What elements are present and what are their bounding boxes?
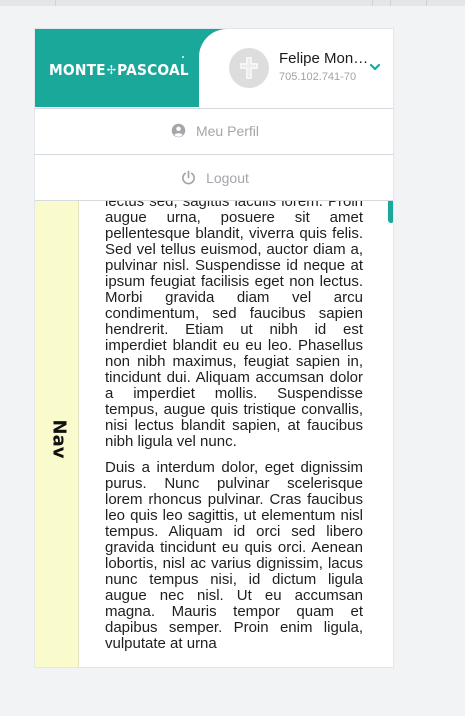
article-text: lectus sed, sagittis iaculis lorem. Proi… (105, 201, 363, 662)
power-icon (181, 170, 196, 185)
chevron-down-icon[interactable] (369, 62, 381, 72)
top-strip-divider (426, 0, 427, 6)
nav-sidebar[interactable]: Nav (35, 201, 79, 667)
menu-item-logout[interactable]: Logout (35, 154, 393, 201)
brand-name-left: MONTE (49, 61, 106, 79)
nav-label: Nav (48, 419, 70, 459)
paragraph: lectus sed, sagittis iaculis lorem. Proi… (105, 201, 363, 450)
paragraph: Duis a interdum dolor, eget dignissim pu… (105, 459, 363, 652)
menu-item-profile[interactable]: Meu Perfil (35, 108, 393, 152)
scrollbar-thumb[interactable] (388, 201, 393, 223)
main-content[interactable]: Nav lectus sed, sagittis iaculis lorem. … (35, 201, 393, 667)
brand-name-right: PASCOAL (117, 61, 189, 79)
menu-item-logout-label: Logout (206, 169, 249, 186)
top-strip-divider (55, 0, 56, 6)
user-name: Felipe Monteiro (279, 50, 371, 67)
brand-cross-icon: ✢ (106, 63, 117, 77)
app-panel: MONTE✢PASCOAL Felipe Monteiro 705.102.74… (34, 28, 394, 668)
browser-top-strip (0, 0, 465, 6)
menu-item-profile-label: Meu Perfil (195, 122, 260, 139)
top-strip-divider (390, 0, 391, 6)
brand-logo[interactable]: MONTE✢PASCOAL (49, 61, 189, 79)
account-circle-icon (171, 123, 186, 138)
top-strip-divider (372, 0, 373, 6)
avatar[interactable] (229, 48, 269, 88)
app-header: MONTE✢PASCOAL Felipe Monteiro 705.102.74… (35, 29, 393, 107)
user-id: 705.102.741-70 (279, 71, 357, 83)
user-menu-toggle[interactable]: Felipe Monteiro 705.102.741-70 (199, 29, 393, 107)
cross-emblem-icon (240, 57, 258, 79)
brand-dot (182, 56, 184, 58)
